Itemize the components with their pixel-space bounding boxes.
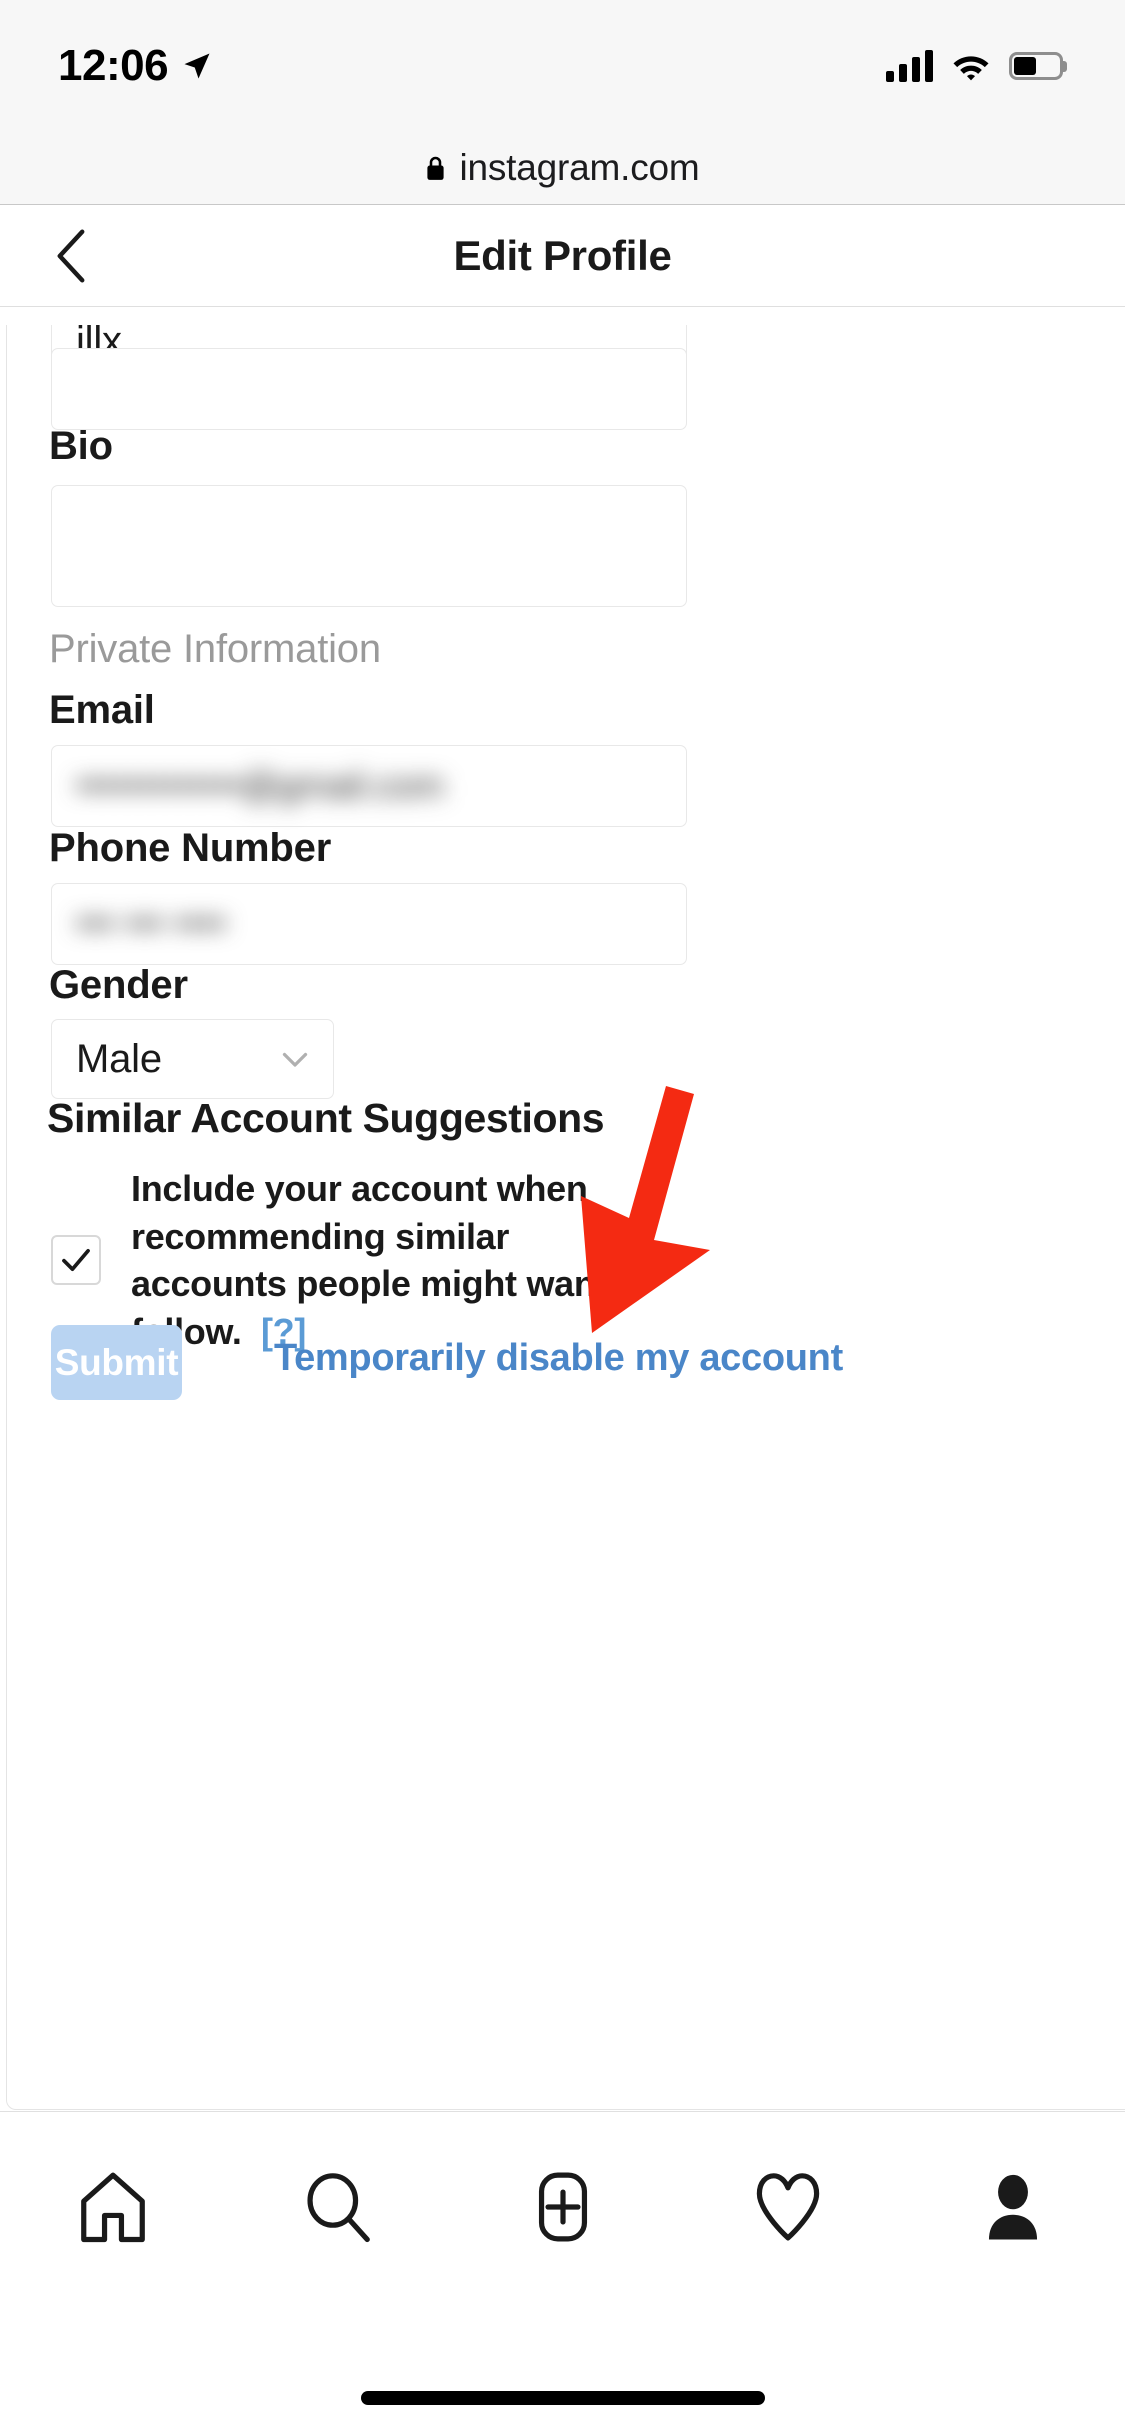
website-input[interactable]: [51, 348, 687, 430]
wifi-icon: [953, 56, 989, 81]
bottom-nav-activity[interactable]: [708, 2157, 868, 2257]
page-nav-header: Edit Profile: [0, 205, 1125, 307]
email-value-redacted: •••••••••••••@gmail.com: [76, 765, 444, 806]
bottom-nav-search[interactable]: [258, 2157, 418, 2257]
submit-button[interactable]: Submit: [51, 1325, 182, 1400]
phone-number-label: Phone Number: [49, 826, 332, 870]
similar-account-suggestions-heading: Similar Account Suggestions: [47, 1095, 605, 1141]
plus-square-icon: [538, 2172, 587, 2242]
status-bar-left: 12:06: [58, 44, 212, 88]
gender-selected-value: Male: [76, 1036, 162, 1081]
private-information-section-label: Private Information: [49, 627, 381, 671]
chevron-down-icon: [282, 1052, 308, 1067]
email-input[interactable]: •••••••••••••@gmail.com: [51, 745, 687, 827]
email-label: Email: [49, 688, 155, 732]
chevron-left-icon: [57, 228, 85, 283]
home-icon: [80, 2172, 145, 2243]
temporarily-disable-account-link[interactable]: Temporarily disable my account: [274, 1337, 843, 1380]
bottom-navigation-bar: [0, 2111, 1125, 2331]
person-icon: [988, 2174, 1037, 2240]
page-title: Edit Profile: [453, 231, 672, 279]
battery-icon: [1009, 52, 1067, 80]
phone-number-value-redacted: ••• ••• ••••: [76, 903, 227, 944]
gender-select[interactable]: Male: [51, 1019, 334, 1099]
website-label: Website: [49, 325, 200, 332]
url-text: instagram.com: [459, 147, 700, 188]
location-arrow-icon: [184, 53, 210, 79]
status-bar: 12:06: [0, 0, 1125, 132]
back-button[interactable]: [48, 226, 94, 286]
similar-accounts-checkbox[interactable]: [51, 1235, 101, 1286]
browser-url-bar[interactable]: instagram.com: [0, 132, 1125, 205]
similar-accounts-description: Include your account when recommending s…: [131, 1165, 651, 1355]
bottom-nav-home[interactable]: [33, 2157, 193, 2257]
bottom-nav-add[interactable]: [483, 2157, 643, 2257]
checkmark-icon: [62, 1248, 90, 1272]
lock-icon: [427, 156, 445, 180]
similar-accounts-description-text: Include your account when recommending s…: [131, 1168, 651, 1352]
bio-textarea[interactable]: [51, 485, 687, 607]
phone-number-input[interactable]: ••• ••• ••••: [51, 883, 687, 965]
bio-label: Bio: [49, 424, 113, 468]
status-bar-clock: 12:06: [58, 41, 169, 90]
cellular-signal-icon: [886, 50, 933, 82]
search-icon: [306, 2173, 370, 2243]
edit-profile-form: jllx Website Bio Private Information Ema…: [6, 325, 1125, 2110]
status-bar-right: [886, 50, 1067, 82]
heart-icon: [756, 2173, 819, 2241]
gender-label: Gender: [49, 963, 188, 1007]
home-indicator: [360, 2391, 765, 2405]
bottom-nav-profile[interactable]: [933, 2157, 1093, 2257]
